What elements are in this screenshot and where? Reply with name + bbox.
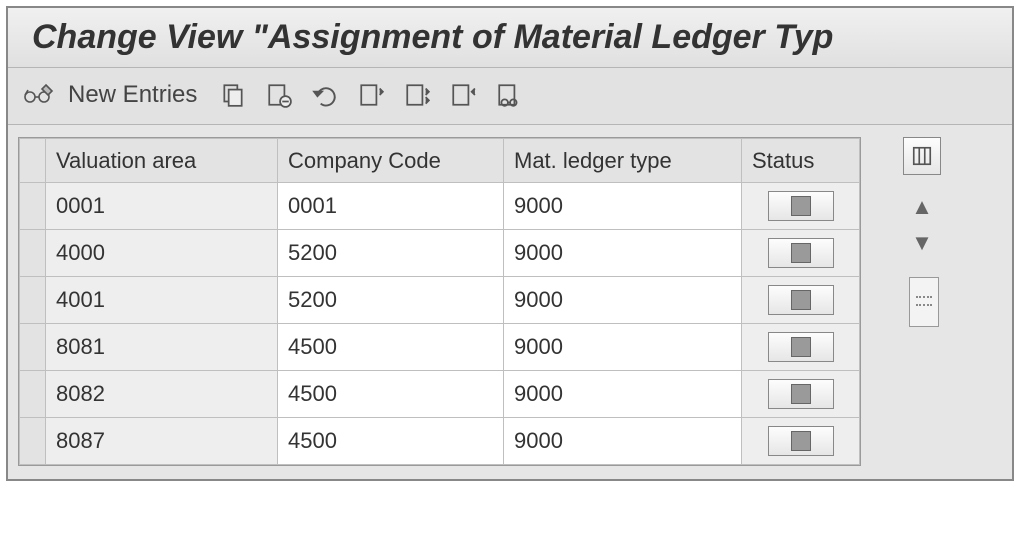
cell-ml-type[interactable]: 9000: [504, 230, 742, 277]
table-row: 400052009000: [20, 230, 860, 277]
vertical-scrollbar-area: ▲ ▼: [887, 137, 945, 469]
scroll-up-icon[interactable]: ▲: [909, 197, 935, 217]
deselect-all-icon[interactable]: [447, 80, 479, 110]
page-title: Change View "Assignment of Material Ledg…: [8, 8, 1012, 68]
new-entries-button[interactable]: New Entries: [68, 81, 203, 109]
copy-icon[interactable]: [217, 80, 249, 110]
row-selector[interactable]: [20, 324, 46, 371]
cell-ml-type[interactable]: 9000: [504, 418, 742, 465]
cell-company-code[interactable]: 5200: [278, 277, 504, 324]
cell-company-code[interactable]: 4500: [278, 418, 504, 465]
delete-icon[interactable]: [263, 80, 295, 110]
application-toolbar: New Entries: [8, 68, 1012, 125]
col-valuation-area[interactable]: Valuation area: [46, 139, 278, 183]
cell-ml-type[interactable]: 9000: [504, 183, 742, 230]
status-button[interactable]: [768, 285, 834, 315]
configure-columns-button[interactable]: [903, 137, 941, 175]
table-row: 808745009000: [20, 418, 860, 465]
table-row: 808245009000: [20, 371, 860, 418]
cell-status: [742, 183, 860, 230]
row-selector[interactable]: [20, 371, 46, 418]
cell-status: [742, 418, 860, 465]
table-row: 808145009000: [20, 324, 860, 371]
column-header-row: Valuation area Company Code Mat. ledger …: [20, 139, 860, 183]
cell-valuation-area[interactable]: 8081: [46, 324, 278, 371]
cell-status: [742, 324, 860, 371]
scroll-thumb[interactable]: [909, 277, 939, 327]
cell-valuation-area[interactable]: 4000: [46, 230, 278, 277]
status-button[interactable]: [768, 426, 834, 456]
cell-valuation-area[interactable]: 8082: [46, 371, 278, 418]
row-selector[interactable]: [20, 277, 46, 324]
cell-ml-type[interactable]: 9000: [504, 324, 742, 371]
content-area: Valuation area Company Code Mat. ledger …: [8, 125, 1012, 479]
status-button[interactable]: [768, 238, 834, 268]
glasses-pencil-icon[interactable]: [22, 80, 54, 110]
cell-company-code[interactable]: 4500: [278, 324, 504, 371]
col-company-code[interactable]: Company Code: [278, 139, 504, 183]
cell-ml-type[interactable]: 9000: [504, 277, 742, 324]
row-selector[interactable]: [20, 230, 46, 277]
col-ml-type[interactable]: Mat. ledger type: [504, 139, 742, 183]
status-button[interactable]: [768, 379, 834, 409]
cell-status: [742, 277, 860, 324]
table-row: 000100019000: [20, 183, 860, 230]
cell-ml-type[interactable]: 9000: [504, 371, 742, 418]
cell-company-code[interactable]: 4500: [278, 371, 504, 418]
table-settings-icon[interactable]: [493, 80, 525, 110]
row-selector[interactable]: [20, 183, 46, 230]
cell-valuation-area[interactable]: 8087: [46, 418, 278, 465]
status-button[interactable]: [768, 191, 834, 221]
cell-valuation-area[interactable]: 0001: [46, 183, 278, 230]
cell-company-code[interactable]: 5200: [278, 230, 504, 277]
cell-valuation-area[interactable]: 4001: [46, 277, 278, 324]
col-status[interactable]: Status: [742, 139, 860, 183]
data-grid: Valuation area Company Code Mat. ledger …: [18, 137, 861, 466]
row-selector[interactable]: [20, 418, 46, 465]
select-block-icon[interactable]: [401, 80, 433, 110]
status-button[interactable]: [768, 332, 834, 362]
cell-status: [742, 371, 860, 418]
select-all-icon[interactable]: [355, 80, 387, 110]
table-row: 400152009000: [20, 277, 860, 324]
window: Change View "Assignment of Material Ledg…: [6, 6, 1014, 481]
cell-company-code[interactable]: 0001: [278, 183, 504, 230]
cell-status: [742, 230, 860, 277]
scroll-down-icon[interactable]: ▼: [909, 233, 935, 253]
row-selector-header[interactable]: [20, 139, 46, 183]
undo-icon[interactable]: [309, 80, 341, 110]
